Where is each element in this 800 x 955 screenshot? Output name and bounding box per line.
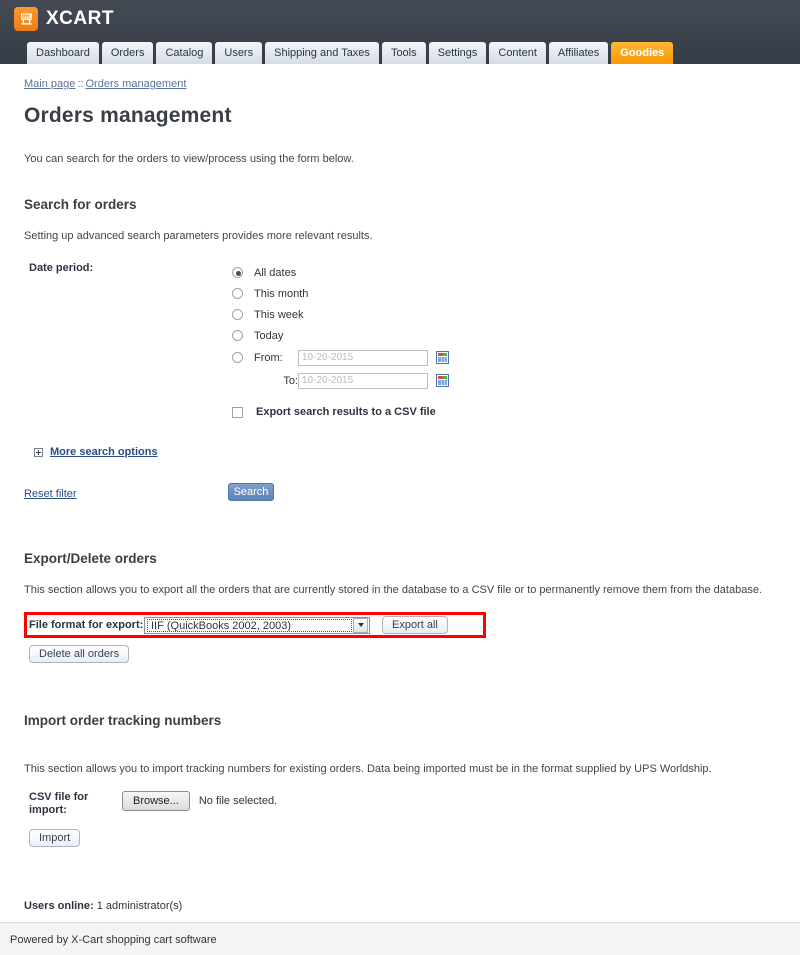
main-nav-tabs: Dashboard Orders Catalog Users Shipping … xyxy=(27,42,674,64)
brand-logo[interactable]: XCART xyxy=(14,7,114,31)
reset-filter-link[interactable]: Reset filter xyxy=(24,488,77,500)
radio-this-week-label: This week xyxy=(254,308,304,321)
tab-content[interactable]: Content xyxy=(489,42,546,64)
date-from-label: From: xyxy=(254,351,283,364)
date-from-input[interactable]: 10-20-2015 xyxy=(298,349,428,366)
date-to-label: To: xyxy=(283,374,298,387)
export-format-selected-value: IIF (QuickBooks 2002, 2003) xyxy=(147,618,352,632)
tab-affiliates[interactable]: Affiliates xyxy=(548,42,609,64)
delete-all-orders-button[interactable]: Delete all orders xyxy=(29,645,130,663)
breadcrumb-separator: :: xyxy=(77,78,84,90)
users-online-label: Users online: xyxy=(24,900,94,912)
tab-goodies[interactable]: Goodies xyxy=(611,42,674,64)
radio-this-month[interactable]: This month xyxy=(232,283,776,304)
more-search-options[interactable]: More search options xyxy=(34,446,776,458)
date-period-label: Date period: xyxy=(29,262,94,274)
search-button[interactable]: Search xyxy=(228,483,274,501)
radio-today-control[interactable] xyxy=(232,330,243,341)
file-status-text: No file selected. xyxy=(198,795,278,807)
calendar-icon-from[interactable] xyxy=(436,351,449,364)
radio-all-dates-label: All dates xyxy=(254,266,297,279)
radio-this-week[interactable]: This week xyxy=(232,304,776,325)
tab-orders[interactable]: Orders xyxy=(101,42,154,64)
search-section-note: Setting up advanced search parameters pr… xyxy=(24,230,373,242)
page-intro-text: You can search for the orders to view/pr… xyxy=(24,153,354,165)
breadcrumb-home[interactable]: Main page xyxy=(24,78,75,90)
browse-button[interactable]: Browse... xyxy=(122,791,190,811)
page-footer: Powered by X-Cart shopping cart software xyxy=(0,922,800,955)
tab-settings[interactable]: Settings xyxy=(428,42,487,64)
brand-name: XCART xyxy=(46,8,114,29)
users-online: Users online: 1 administrator(s) xyxy=(24,900,182,912)
page-title: Orders management xyxy=(24,104,232,127)
date-to-row: To: 10-20-2015 xyxy=(232,369,776,392)
chevron-down-icon[interactable] xyxy=(353,617,368,633)
tab-tools[interactable]: Tools xyxy=(381,42,426,64)
radio-date-range-control[interactable] xyxy=(232,352,243,363)
users-online-value: 1 administrator(s) xyxy=(96,900,183,912)
tab-catalog[interactable]: Catalog xyxy=(156,42,213,64)
date-to-input[interactable]: 10-20-2015 xyxy=(298,372,428,389)
import-file-label: CSV file for import: xyxy=(29,791,89,816)
radio-this-month-control[interactable] xyxy=(232,288,243,299)
date-from-row: From: 10-20-2015 xyxy=(232,346,776,369)
radio-this-month-label: This month xyxy=(254,287,309,300)
tab-users[interactable]: Users xyxy=(215,42,263,64)
shopping-cart-icon xyxy=(14,7,38,31)
calendar-icon-to[interactable] xyxy=(436,374,449,387)
export-section-note: This section allows you to export all th… xyxy=(24,584,762,596)
export-csv-checkbox[interactable] xyxy=(232,406,243,418)
radio-all-dates[interactable]: All dates xyxy=(232,262,776,283)
import-section-heading: Import order tracking numbers xyxy=(24,713,222,728)
date-period-row: Date period: All dates This month This w… xyxy=(24,262,776,418)
tab-dashboard[interactable]: Dashboard xyxy=(27,42,99,64)
radio-all-dates-control[interactable] xyxy=(232,267,243,278)
search-actions: Reset filter Search xyxy=(24,483,776,509)
more-search-options-link[interactable]: More search options xyxy=(50,446,158,458)
radio-this-week-control[interactable] xyxy=(232,309,243,320)
radio-today-label: Today xyxy=(254,329,284,342)
import-section-note: This section allows you to import tracki… xyxy=(24,763,712,775)
export-all-button[interactable]: Export all xyxy=(382,616,448,634)
export-format-label: File format for export: xyxy=(29,619,144,631)
search-section-heading: Search for orders xyxy=(24,197,137,212)
breadcrumb: Main page:: Orders management xyxy=(24,64,776,90)
breadcrumb-current[interactable]: Orders management xyxy=(86,78,187,90)
export-csv-checkbox-row[interactable]: Export search results to a CSV file xyxy=(232,406,776,418)
app-header: XCART Dashboard Orders Catalog Users Shi… xyxy=(0,0,800,64)
export-format-select[interactable]: IIF (QuickBooks 2002, 2003) xyxy=(144,616,370,634)
tab-shipping-and-taxes[interactable]: Shipping and Taxes xyxy=(265,42,379,64)
export-section-heading: Export/Delete orders xyxy=(24,551,157,566)
import-file-row: CSV file for import: Browse... No file s… xyxy=(24,791,776,817)
page-content: Main page:: Orders management Orders mana… xyxy=(0,64,800,847)
date-period-options: All dates This month This week Today Fro… xyxy=(232,262,776,418)
powered-by-text: Powered by X-Cart shopping cart software xyxy=(10,934,217,946)
export-format-row: File format for export: IIF (QuickBooks … xyxy=(24,612,776,638)
import-button[interactable]: Import xyxy=(29,829,81,847)
export-csv-checkbox-label: Export search results to a CSV file xyxy=(256,406,436,418)
radio-today[interactable]: Today xyxy=(232,325,776,346)
plus-box-icon[interactable] xyxy=(34,447,43,457)
